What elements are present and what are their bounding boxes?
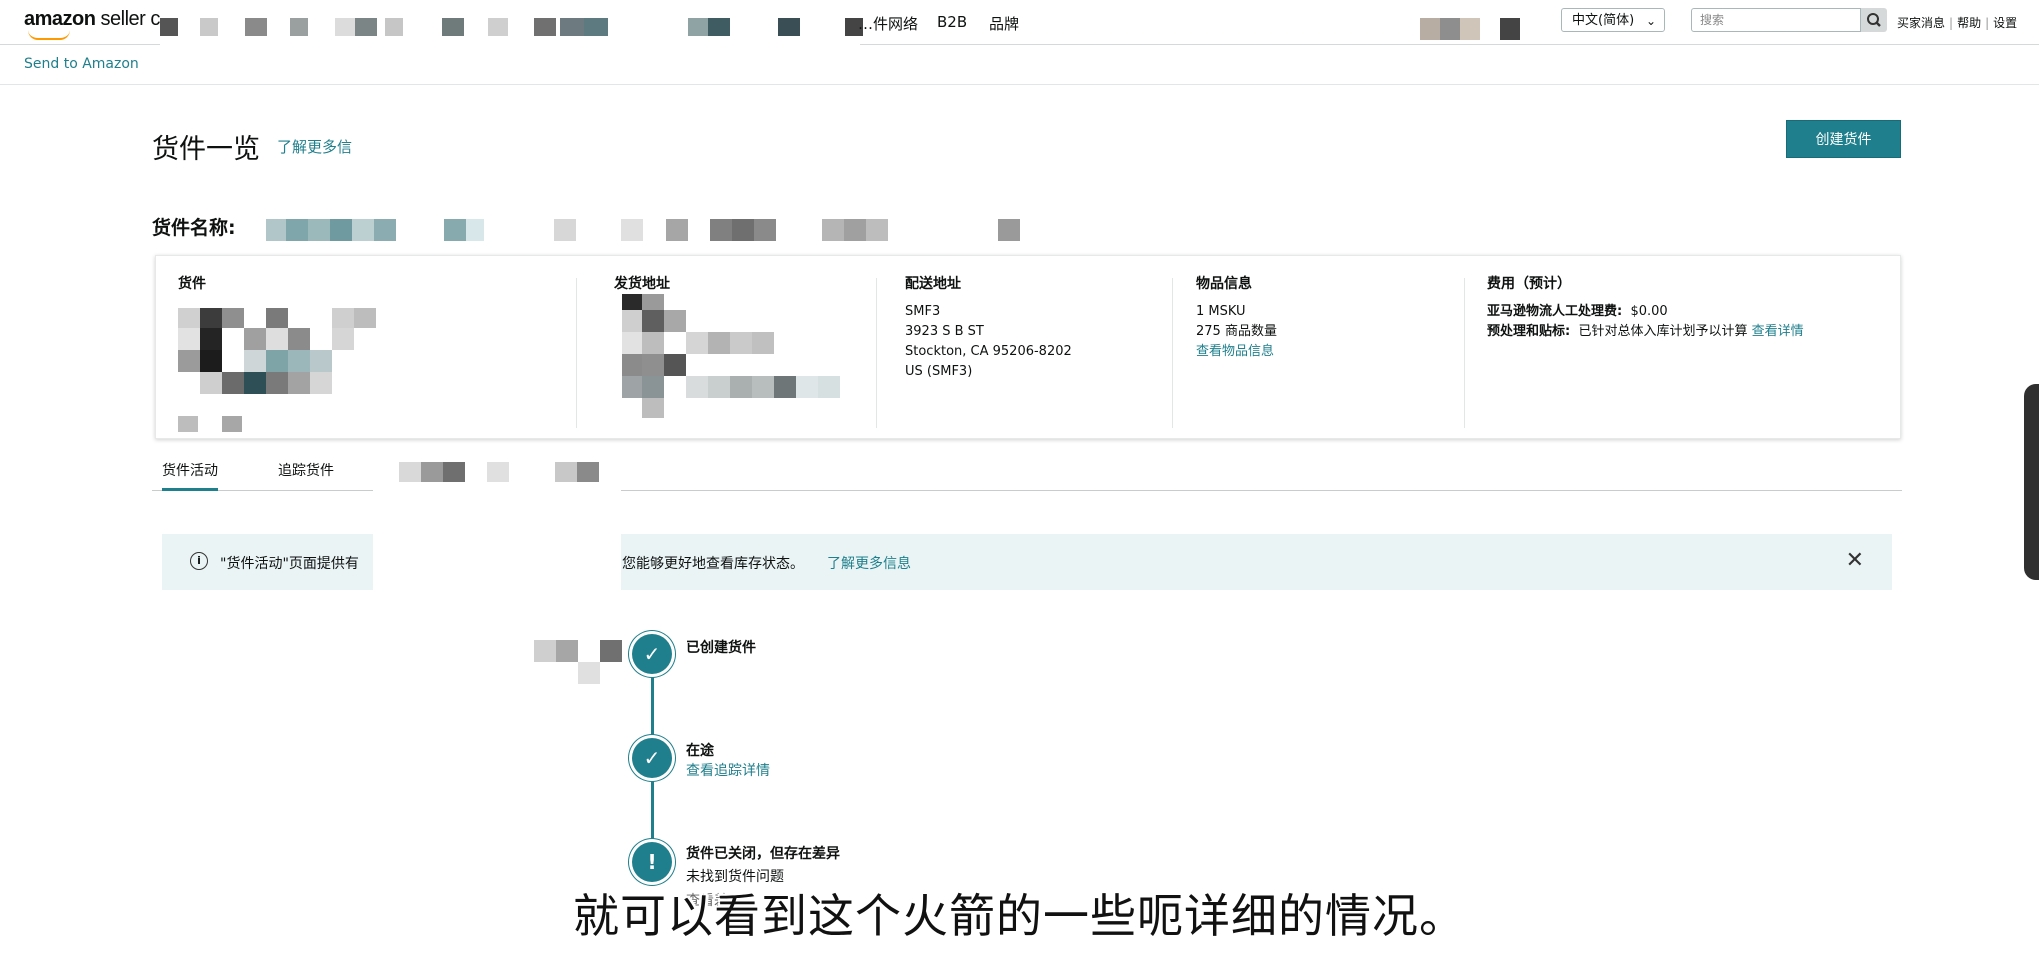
buyer-messages-link[interactable]: 买家消息	[1897, 16, 1945, 30]
nav-item-network[interactable]: …件网络	[858, 13, 918, 34]
create-shipment-button[interactable]: 创建货件	[1786, 120, 1901, 158]
timeline-step-title: 货件已关闭，但存在差异	[686, 846, 840, 862]
fba-fee-value: $0.00	[1630, 304, 1668, 319]
top-links: 买家消息 | 帮助 | 设置	[1897, 16, 2018, 30]
obscured-tab-mosaic	[373, 446, 621, 498]
obscured-shipment-name	[266, 219, 1026, 241]
prep-fee-value: 已针对总体入库计划予以计算	[1578, 324, 1748, 339]
column-divider	[1464, 278, 1465, 428]
ship-to-line: 3923 S B ST	[905, 324, 984, 339]
check-icon: ✓	[632, 738, 672, 778]
info-icon: i	[190, 552, 208, 570]
view-tracking-details-link[interactable]: 查看追踪详情	[686, 760, 770, 780]
items-heading: 物品信息	[1196, 276, 1252, 292]
timeline-step-title: 在途	[686, 743, 714, 759]
alert-text-end: 您能够更好地查看库存状态。	[622, 556, 804, 572]
fees-heading: 费用（预计）	[1487, 276, 1571, 292]
shipment-name-label: 货件名称:	[152, 217, 236, 239]
tab-track-shipment[interactable]: 追踪货件	[278, 460, 334, 480]
ship-to-line: Stockton, CA 95206-8202	[905, 344, 1072, 359]
side-panel-handle[interactable]	[2024, 384, 2039, 580]
top-navigation-bar: amazon seller ce …件网络 B2B 品牌 中文(简体) ⌄ 搜索…	[0, 0, 2039, 88]
ship-to-line: SMF3	[905, 304, 941, 319]
ship-to-line: US (SMF3)	[905, 364, 973, 379]
search-input[interactable]: 搜索	[1691, 8, 1861, 32]
shipment-heading: 货件	[178, 276, 206, 292]
settings-link[interactable]: 设置	[1993, 16, 2017, 30]
search-button[interactable]	[1861, 8, 1887, 32]
obscured-ship-from-address	[622, 294, 862, 424]
alert-learn-more-link[interactable]: 了解更多信息	[827, 553, 911, 573]
view-items-link[interactable]: 查看物品信息	[1196, 342, 1277, 362]
timeline-connector	[651, 674, 654, 744]
logo-smile-icon	[28, 30, 70, 40]
amazon-seller-central-logo[interactable]: amazon seller ce	[24, 8, 171, 40]
sub-navigation-bar: Send to Amazon	[0, 46, 2039, 85]
fba-fee-row: 亚马逊物流人工处理费: $0.00	[1487, 304, 1668, 319]
view-details-link[interactable]: 查看详情	[1752, 324, 1804, 339]
msku-count: 1 MSKU	[1196, 304, 1246, 319]
nav-item-brand[interactable]: 品牌	[989, 13, 1019, 34]
video-subtitle-caption: 就可以看到这个火箭的一些呃详细的情况。	[573, 889, 1466, 943]
language-select[interactable]: 中文(简体) ⌄	[1561, 8, 1665, 32]
nav-item-b2b[interactable]: B2B	[937, 13, 967, 31]
ship-to-heading: 配送地址	[905, 276, 961, 292]
obscured-shipment-id	[178, 308, 378, 436]
fees-column: 费用（预计） 亚马逊物流人工处理费: $0.00 预处理和贴标: 已针对总体入库…	[1487, 274, 1804, 342]
shipment-info-card: 货件 发货地址 配送地址 SMF3 3923 S B ST Stockton, …	[155, 255, 1901, 439]
column-divider	[576, 278, 577, 428]
shipment-column: 货件	[178, 274, 206, 302]
page-title: 货件一览	[152, 134, 260, 165]
column-divider	[1172, 278, 1173, 428]
alert-text-start: "货件活动"页面提供有	[220, 556, 359, 572]
items-column: 物品信息 1 MSKU 275 商品数量 查看物品信息	[1196, 274, 1277, 362]
timeline-connector	[651, 778, 654, 846]
help-link[interactable]: 帮助	[1957, 16, 1981, 30]
obscured-date-mosaic	[534, 640, 624, 686]
tab-shipment-activity[interactable]: 货件活动	[162, 460, 218, 491]
unit-quantity: 275 商品数量	[1196, 324, 1277, 339]
column-divider	[876, 278, 877, 428]
obscured-alert-mask	[373, 530, 621, 596]
alert-icon: !	[632, 842, 672, 882]
send-to-amazon-link[interactable]: Send to Amazon	[24, 56, 139, 72]
close-icon[interactable]: ✕	[1846, 548, 1864, 573]
prep-fee-row: 预处理和贴标: 已针对总体入库计划予以计算 查看详情	[1487, 324, 1804, 339]
chevron-down-icon: ⌄	[1645, 14, 1656, 28]
learn-more-link[interactable]: 了解更多信	[277, 136, 352, 157]
ship-to-column: 配送地址 SMF3 3923 S B ST Stockton, CA 95206…	[905, 274, 1072, 382]
search-icon	[1867, 13, 1881, 27]
check-icon: ✓	[632, 634, 672, 674]
ship-from-heading: 发货地址	[614, 276, 670, 292]
obscured-account-mosaic	[1420, 18, 1520, 40]
timeline-step-title: 已创建货件	[686, 640, 756, 656]
